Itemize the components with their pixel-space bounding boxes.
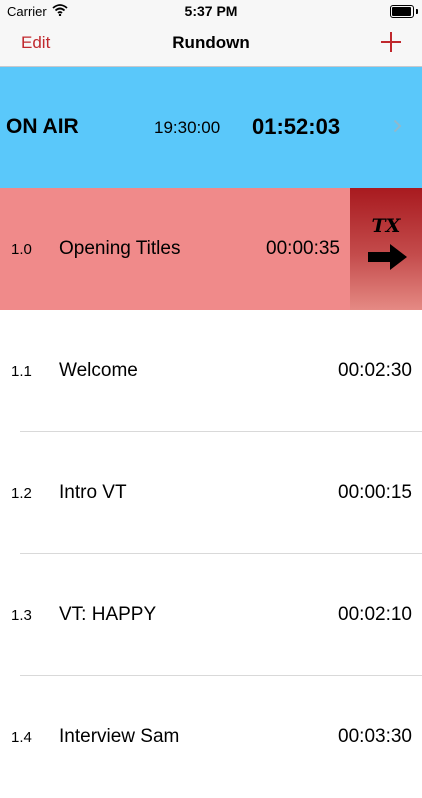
battery-icon	[390, 5, 414, 18]
page-title: Rundown	[172, 33, 250, 52]
on-air-banner[interactable]: ON AIR 19:30:00 01:52:03	[0, 67, 422, 188]
row-number: 1.4	[11, 729, 32, 746]
rundown-row[interactable]: 1.4 Interview Sam 00:03:30	[0, 676, 422, 798]
on-air-remaining-time: 01:52:03	[252, 114, 341, 139]
row-title: Intro VT	[59, 482, 127, 503]
row-number: 1.0	[11, 241, 32, 258]
tx-button[interactable]: TX	[350, 188, 422, 310]
plus-icon[interactable]	[380, 31, 402, 53]
tx-label: TX	[371, 215, 401, 237]
battery-level	[392, 7, 411, 16]
row-title: Interview Sam	[59, 726, 180, 747]
row-title: Opening Titles	[59, 238, 181, 259]
row-duration: 00:02:10	[338, 604, 412, 625]
rundown-row[interactable]: 1.0 Opening Titles 00:00:35 TX	[0, 188, 422, 310]
row-duration: 00:03:30	[338, 726, 412, 747]
navigation-bar: Edit Rundown	[0, 22, 422, 67]
row-number: 1.1	[11, 363, 32, 380]
row-duration: 00:02:30	[338, 360, 412, 381]
row-duration: 00:00:15	[338, 482, 412, 503]
arrow-right-icon	[368, 243, 408, 276]
rundown-row[interactable]: 1.1 Welcome 00:02:30	[0, 310, 422, 432]
rundown-row[interactable]: 1.2 Intro VT 00:00:15	[0, 432, 422, 554]
row-title: Welcome	[59, 360, 138, 381]
rundown-row[interactable]: 1.3 VT: HAPPY 00:02:10	[0, 554, 422, 676]
status-time: 5:37 PM	[184, 3, 238, 19]
row-number: 1.2	[11, 485, 32, 502]
row-number: 1.3	[11, 607, 32, 624]
status-bar: Carrier 5:37 PM	[0, 0, 422, 22]
on-air-label: ON AIR	[6, 115, 79, 138]
on-air-clock: 19:30:00	[154, 118, 221, 137]
battery-cap	[416, 9, 418, 14]
chevron-right-icon	[393, 119, 402, 138]
row-duration: 00:00:35	[266, 238, 340, 259]
row-title: VT: HAPPY	[59, 604, 157, 625]
